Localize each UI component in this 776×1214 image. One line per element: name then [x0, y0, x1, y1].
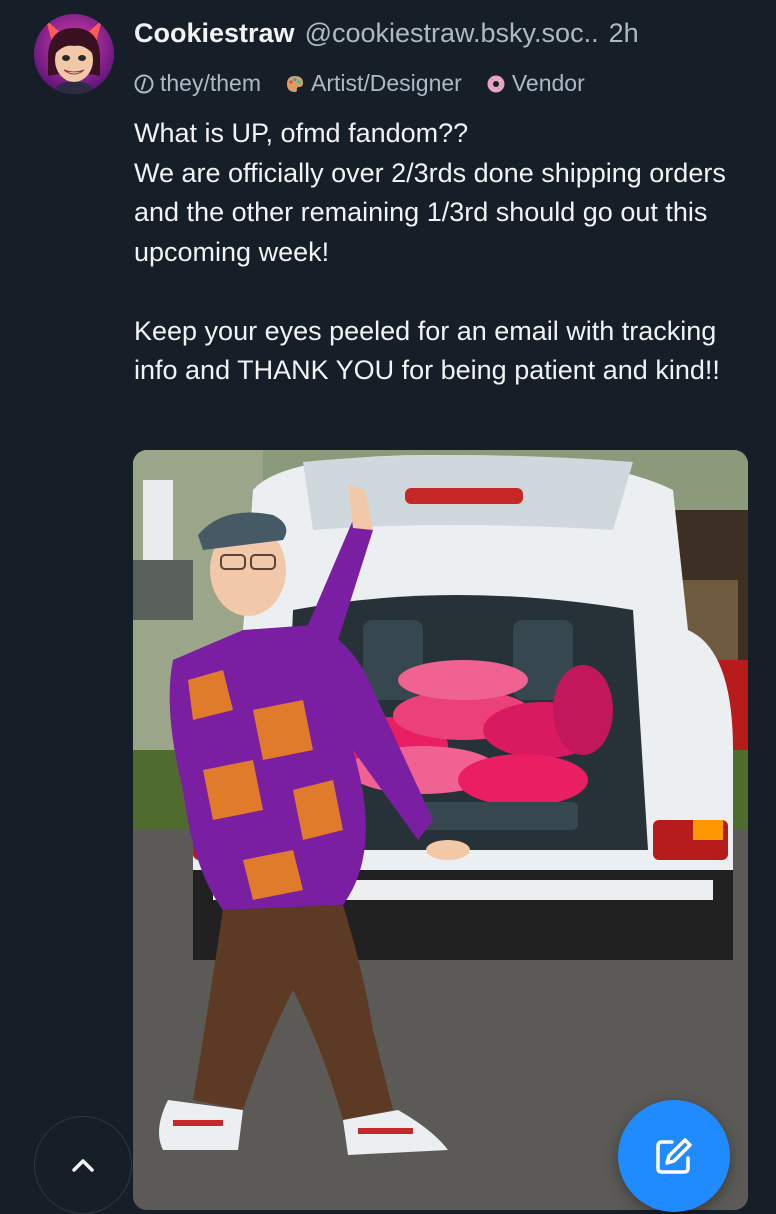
author-handle[interactable]: @cookiestraw.bsky.soc.. — [305, 18, 599, 49]
post: Cookiestraw @cookiestraw.bsky.soc.. 2h t… — [0, 0, 776, 1214]
post-timestamp[interactable]: 2h — [609, 18, 639, 49]
profile-labels: they/them Artist/Designer Vendor — [134, 70, 585, 97]
info-circle-icon — [134, 74, 154, 93]
label-text: Artist/Designer — [311, 70, 462, 96]
compose-post-button[interactable] — [618, 1100, 730, 1212]
donut-icon — [487, 75, 505, 92]
chevron-up-icon — [72, 1159, 94, 1172]
compose-pencil-icon — [656, 1138, 692, 1174]
author-avatar[interactable] — [34, 14, 114, 94]
post-text-line: We are officially over 2/3rds done shipp… — [134, 157, 726, 267]
label-text: Vendor — [511, 70, 585, 96]
scroll-to-top-button[interactable] — [34, 1116, 132, 1214]
label-text: they/them — [160, 70, 261, 96]
post-header: Cookiestraw @cookiestraw.bsky.soc.. 2h — [134, 18, 752, 58]
post-text-line: What is UP, ofmd fandom?? — [134, 118, 469, 148]
photo-person-with-car-trunk-of-packages — [133, 450, 748, 1210]
post-text-line: Keep your eyes peeled for an email with … — [134, 315, 720, 386]
label-vendor[interactable]: Vendor — [486, 70, 585, 97]
palette-icon — [287, 75, 303, 92]
label-artist-designer[interactable]: Artist/Designer — [285, 70, 462, 97]
avatar-illustration — [34, 14, 114, 94]
author-display-name[interactable]: Cookiestraw — [134, 18, 295, 49]
label-pronouns[interactable]: they/them — [134, 70, 261, 97]
post-body: What is UP, ofmd fandom?? We are officia… — [134, 114, 754, 391]
post-image[interactable] — [133, 450, 748, 1210]
